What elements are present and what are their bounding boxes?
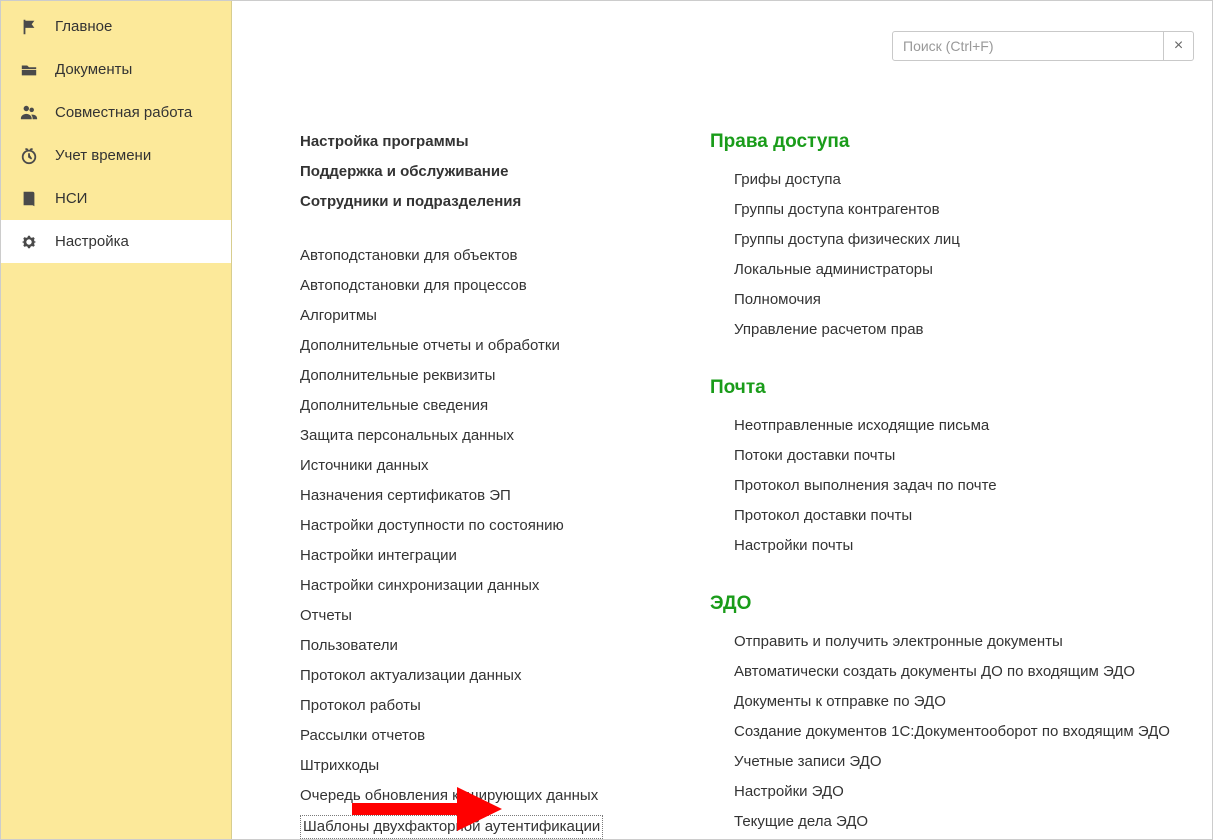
link-item[interactable]: Дополнительные сведения — [300, 391, 660, 421]
link-item[interactable]: Протокол доставки почты — [710, 501, 1190, 531]
link-item[interactable]: Автоподстановки для процессов — [300, 271, 660, 301]
sidebar-item-documents[interactable]: Документы — [1, 48, 231, 91]
spacer — [300, 217, 660, 241]
link-item[interactable]: Дополнительные отчеты и обработки — [300, 331, 660, 361]
link-support[interactable]: Поддержка и обслуживание — [300, 157, 660, 187]
link-item[interactable]: Группы доступа контрагентов — [710, 195, 1190, 225]
link-item[interactable]: Настройки доступности по состоянию — [300, 511, 660, 541]
clear-search-button[interactable]: × — [1164, 31, 1194, 61]
app-frame: Главное Документы Совместная работа Учет… — [0, 0, 1213, 840]
section-mail[interactable]: Почта — [710, 373, 1190, 403]
link-item[interactable]: Настройки почты — [710, 531, 1190, 561]
sidebar-item-label: НСИ — [55, 190, 87, 207]
link-item[interactable]: Назначения сертификатов ЭП — [300, 481, 660, 511]
sidebar-item-label: Документы — [55, 61, 132, 78]
flag-icon — [19, 17, 39, 37]
sidebar-item-settings[interactable]: Настройка — [1, 220, 231, 263]
link-item[interactable]: Документы к отправке по ЭДО — [710, 687, 1190, 717]
link-item[interactable]: Настройки ЭДО — [710, 777, 1190, 807]
link-item[interactable]: Учетные записи ЭДО — [710, 747, 1190, 777]
section-access-rights[interactable]: Права доступа — [710, 127, 1190, 157]
columns: Настройка программы Поддержка и обслужив… — [254, 127, 1190, 839]
link-item[interactable]: Отправить и получить электронные докумен… — [710, 627, 1190, 657]
link-item[interactable]: Настройки интеграции — [300, 541, 660, 571]
link-item[interactable]: Грифы доступа — [710, 165, 1190, 195]
link-item[interactable]: Неотправленные исходящие письма — [710, 411, 1190, 441]
link-item[interactable]: Отчеты — [300, 601, 660, 631]
link-item[interactable]: Протокол выполнения задач по почте — [710, 471, 1190, 501]
gear-icon — [19, 232, 39, 252]
link-item[interactable]: Дополнительные реквизиты — [300, 361, 660, 391]
people-icon — [19, 103, 39, 123]
folder-icon — [19, 60, 39, 80]
link-two-factor-templates[interactable]: Шаблоны двухфакторной аутентификации — [300, 815, 603, 839]
column-right: Права доступа Грифы доступа Группы досту… — [710, 127, 1190, 839]
link-item[interactable]: Группы доступа физических лиц — [710, 225, 1190, 255]
link-item[interactable]: Текущие дела ЭДО — [710, 807, 1190, 837]
sidebar-item-collaboration[interactable]: Совместная работа — [1, 91, 231, 134]
spacer — [710, 561, 1190, 589]
search-input[interactable] — [892, 31, 1164, 61]
link-item[interactable]: Алгоритмы — [300, 301, 660, 331]
book-icon — [19, 189, 39, 209]
section-edo[interactable]: ЭДО — [710, 589, 1190, 619]
link-item[interactable]: Создание документов 1С:Документооборот п… — [710, 717, 1190, 747]
link-item[interactable]: Управление расчетом прав — [710, 315, 1190, 345]
link-employees[interactable]: Сотрудники и подразделения — [300, 187, 660, 217]
clock-icon — [19, 146, 39, 166]
column-left: Настройка программы Поддержка и обслужив… — [300, 127, 660, 839]
link-item[interactable]: Протокол актуализации данных — [300, 661, 660, 691]
main-content: × Настройка программы Поддержка и обслуж… — [232, 1, 1212, 839]
link-program-settings[interactable]: Настройка программы — [300, 127, 660, 157]
spacer — [710, 345, 1190, 373]
search-bar: × — [892, 31, 1194, 61]
sidebar-item-label: Совместная работа — [55, 104, 192, 121]
link-item[interactable]: Защита персональных данных — [300, 421, 660, 451]
link-item[interactable]: Потоки доставки почты — [710, 441, 1190, 471]
close-icon: × — [1174, 38, 1183, 54]
sidebar: Главное Документы Совместная работа Учет… — [1, 1, 232, 839]
link-item[interactable]: Полномочия — [710, 285, 1190, 315]
sidebar-item-label: Настройка — [55, 233, 129, 250]
sidebar-item-label: Учет времени — [55, 147, 151, 164]
link-item[interactable]: Пользователи — [300, 631, 660, 661]
sidebar-item-timesheet[interactable]: Учет времени — [1, 134, 231, 177]
link-item[interactable]: Рассылки отчетов — [300, 721, 660, 751]
link-item[interactable]: Штрихкоды — [300, 751, 660, 781]
sidebar-item-nsi[interactable]: НСИ — [1, 177, 231, 220]
link-item[interactable]: Очередь обновления кэширующих данных — [300, 781, 660, 811]
link-item[interactable]: Автоматически создать документы ДО по вх… — [710, 657, 1190, 687]
link-item[interactable]: Настройки синхронизации данных — [300, 571, 660, 601]
link-item[interactable]: Источники данных — [300, 451, 660, 481]
sidebar-item-main[interactable]: Главное — [1, 5, 231, 48]
link-item[interactable]: Протокол работы — [300, 691, 660, 721]
sidebar-item-label: Главное — [55, 18, 112, 35]
link-item[interactable]: Локальные администраторы — [710, 255, 1190, 285]
link-item[interactable]: Автоподстановки для объектов — [300, 241, 660, 271]
